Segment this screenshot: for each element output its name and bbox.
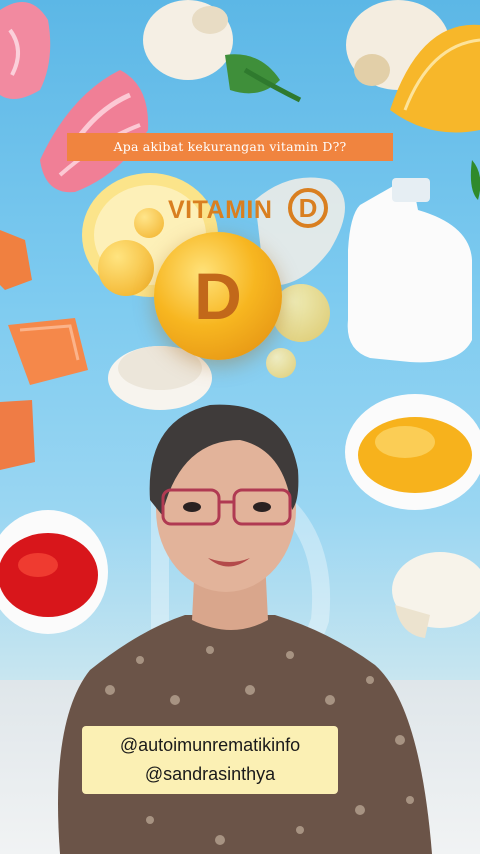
video-frame: Apa akibat kekurangan vitamin D?? VITAMI…: [0, 0, 480, 854]
handle-autoimunrematikinfo: @autoimunrematikinfo: [119, 735, 301, 755]
social-handles-box: @autoimunrematikinfo @sandrasinthya: [82, 726, 338, 794]
handle-sandrasinthya: @sandrasinthya: [144, 764, 276, 784]
